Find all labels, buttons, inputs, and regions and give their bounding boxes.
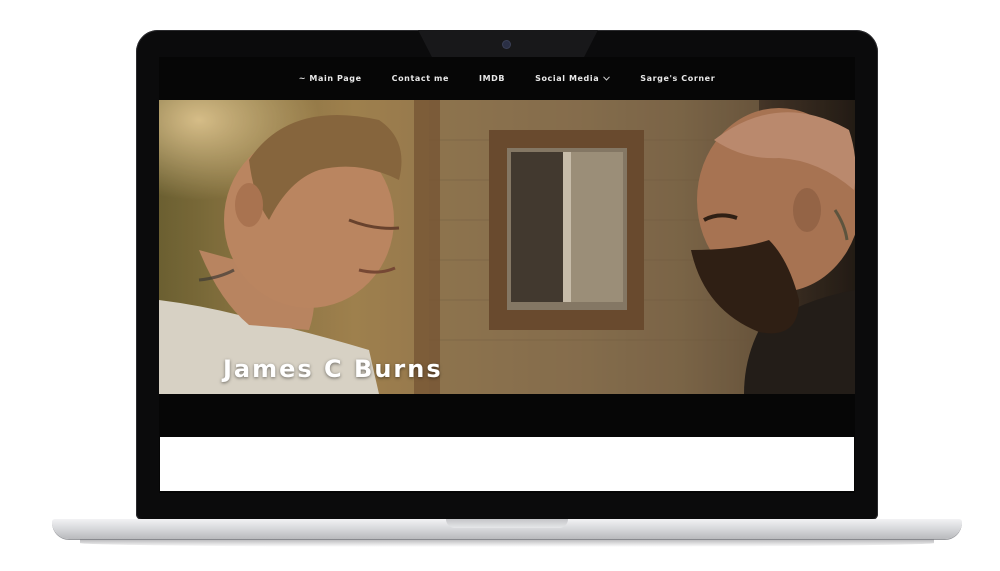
nav-item-sarges-corner[interactable]: Sarge's Corner — [640, 74, 715, 83]
nav-item-main-page[interactable]: ~ Main Page — [299, 74, 362, 83]
laptop-screen: ~ Main Page Contact me IMDB Social Media… — [159, 57, 855, 493]
nav-item-label: IMDB — [479, 74, 506, 83]
top-navigation: ~ Main Page Contact me IMDB Social Media… — [159, 57, 855, 100]
hero-title: James C Burns — [223, 355, 443, 383]
laptop-shadow — [80, 539, 934, 547]
nav-item-contact[interactable]: Contact me — [392, 74, 449, 83]
nav-item-label: Contact me — [391, 74, 450, 83]
nav-item-label: Sarge's Corner — [640, 74, 716, 83]
laptop-mockup: ~ Main Page Contact me IMDB Social Media… — [0, 0, 1000, 571]
content-area — [160, 437, 854, 491]
nav-item-label: ~ Main Page — [298, 74, 362, 83]
nav-item-imdb[interactable]: IMDB — [479, 74, 505, 83]
webcam-icon — [503, 41, 510, 48]
chevron-down-icon[interactable] — [603, 75, 611, 83]
nav-item-social-media[interactable]: Social Media — [535, 74, 611, 83]
hero-banner: James C Burns — [159, 100, 855, 394]
nav-item-label: Social Media — [535, 74, 600, 83]
hero-photo — [159, 100, 855, 394]
hero-bottom-band — [159, 394, 855, 436]
trackpad-notch — [446, 519, 568, 528]
